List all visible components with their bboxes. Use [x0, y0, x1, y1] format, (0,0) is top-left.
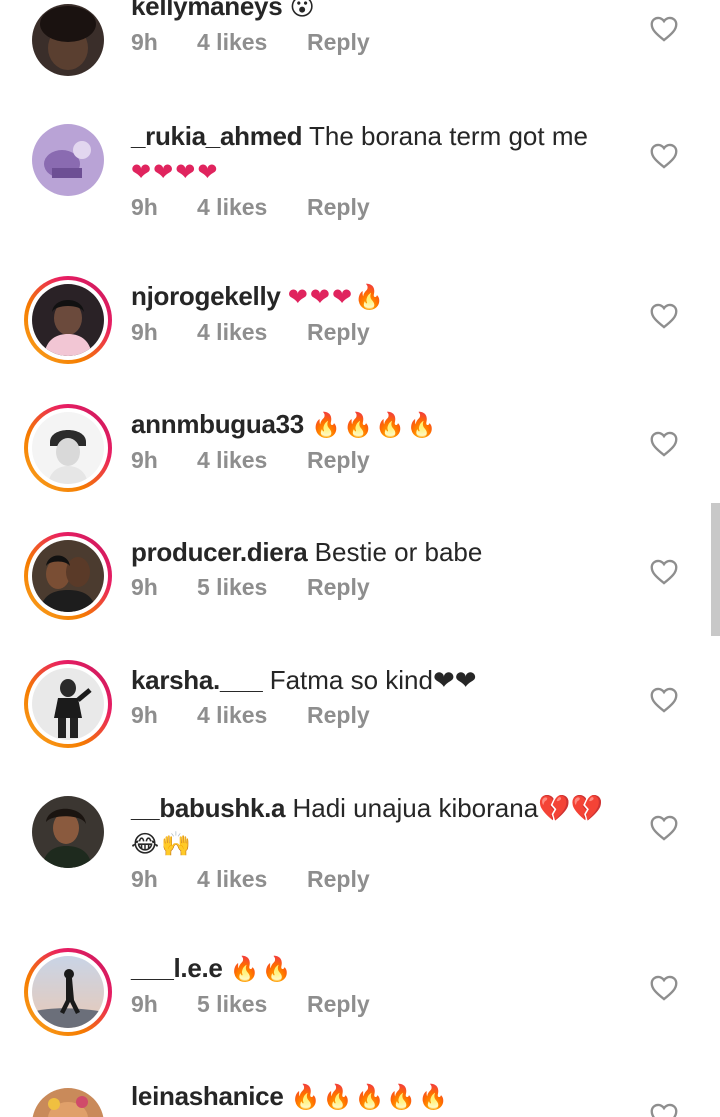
comment-meta: 9h 4 likes Reply: [131, 447, 631, 474]
comment-body: 🔥🔥: [229, 955, 294, 983]
comment-text: karsha.___ Fatma so kind❤❤: [131, 662, 631, 698]
avatar[interactable]: [24, 660, 112, 748]
comment-body: The borana term got me: [309, 121, 588, 151]
avatar[interactable]: [24, 276, 112, 364]
scrollbar[interactable]: [711, 503, 720, 636]
comment-body: 🔥🔥🔥🔥🔥: [290, 1083, 451, 1111]
comment-username[interactable]: kellymaneys: [131, 0, 283, 21]
comment-meta: 9h 4 likes Reply: [131, 319, 631, 346]
comment-text: njorogekelly ❤❤❤🔥: [131, 278, 631, 315]
comment-body: 🔥🔥🔥🔥: [311, 411, 439, 439]
comment-likes[interactable]: 4 likes: [197, 29, 307, 56]
comment-username[interactable]: _rukia_ahmed: [131, 121, 303, 151]
comment-time: 9h: [131, 194, 158, 220]
comment-meta: 9h 4 likes Reply: [131, 194, 631, 221]
comment-meta: 9h 4 likes Reply: [131, 702, 631, 729]
comment-username[interactable]: __babushk.a: [131, 793, 286, 823]
comment-time: 9h: [131, 447, 158, 473]
avatar[interactable]: [24, 948, 112, 1036]
avatar[interactable]: [24, 404, 112, 492]
comment-username[interactable]: ___l.e.e: [131, 953, 223, 983]
comment-likes[interactable]: 4 likes: [197, 702, 307, 729]
comment-likes[interactable]: 4 likes: [197, 447, 307, 474]
comment-body-emoji: 😂🙌: [131, 830, 193, 858]
comment-body: Hadi unajua kiborana💔💔: [292, 793, 603, 823]
comment-body-emoji: ❤❤❤❤: [131, 158, 220, 186]
like-heart-icon[interactable]: [650, 559, 678, 585]
comment-meta: 9h 5 likes Reply: [131, 574, 631, 601]
like-heart-icon[interactable]: [650, 303, 678, 329]
comment-likes[interactable]: 4 likes: [197, 866, 307, 893]
comment-text: producer.diera Bestie or babe: [131, 534, 631, 570]
comment-body: ❤❤❤🔥: [287, 283, 387, 311]
reply-button[interactable]: Reply: [307, 991, 370, 1018]
like-heart-icon[interactable]: [650, 16, 678, 42]
reply-button[interactable]: Reply: [307, 574, 370, 601]
avatar[interactable]: [24, 532, 112, 620]
comment-likes[interactable]: 4 likes: [197, 194, 307, 221]
like-heart-icon[interactable]: [650, 431, 678, 457]
like-heart-icon[interactable]: [650, 143, 678, 169]
comment-time: 9h: [131, 991, 158, 1017]
like-heart-icon[interactable]: [650, 1103, 678, 1117]
comment-time: 9h: [131, 702, 158, 728]
comment-username[interactable]: annmbugua33: [131, 409, 304, 439]
like-heart-icon[interactable]: [650, 975, 678, 1001]
avatar[interactable]: [24, 0, 112, 84]
comment-body: 😮: [289, 0, 317, 21]
reply-button[interactable]: Reply: [307, 319, 370, 346]
comment-text: ___l.e.e 🔥🔥: [131, 950, 631, 987]
comment-text: annmbugua33 🔥🔥🔥🔥: [131, 406, 631, 443]
avatar[interactable]: [24, 788, 112, 876]
comment-text: _rukia_ahmed The borana term got me: [131, 118, 631, 154]
comment-username[interactable]: leinashanice: [131, 1081, 284, 1111]
comment-username[interactable]: producer.diera: [131, 537, 308, 567]
reply-button[interactable]: Reply: [307, 702, 370, 729]
comment-meta: 9h 5 likes Reply: [131, 991, 631, 1018]
comment-likes[interactable]: 4 likes: [197, 319, 307, 346]
comment-time: 9h: [131, 319, 158, 345]
comment-meta: 9h 4 likes Reply: [131, 866, 631, 893]
reply-button[interactable]: Reply: [307, 29, 370, 56]
reply-button[interactable]: Reply: [307, 447, 370, 474]
comment-text: leinashanice 🔥🔥🔥🔥🔥: [131, 1078, 631, 1115]
comment-likes[interactable]: 5 likes: [197, 991, 307, 1018]
comment-time: 9h: [131, 866, 158, 892]
comment-body: Fatma so kind❤❤: [269, 665, 477, 695]
like-heart-icon[interactable]: [650, 815, 678, 841]
comment-body: Bestie or babe: [314, 537, 483, 567]
comment-time: 9h: [131, 574, 158, 600]
comment-time: 9h: [131, 29, 158, 55]
avatar[interactable]: [24, 1080, 112, 1117]
comment-likes[interactable]: 5 likes: [197, 574, 307, 601]
comment-text: __babushk.a Hadi unajua kiborana💔💔: [131, 790, 631, 826]
comment-meta: 9h 4 likes Reply: [131, 29, 631, 56]
avatar[interactable]: [24, 116, 112, 204]
reply-button[interactable]: Reply: [307, 194, 370, 221]
comment-username[interactable]: njorogekelly: [131, 281, 281, 311]
like-heart-icon[interactable]: [650, 687, 678, 713]
reply-button[interactable]: Reply: [307, 866, 370, 893]
comment-text: kellymaneys 😮: [131, 0, 631, 25]
comment-username[interactable]: karsha.___: [131, 665, 263, 695]
